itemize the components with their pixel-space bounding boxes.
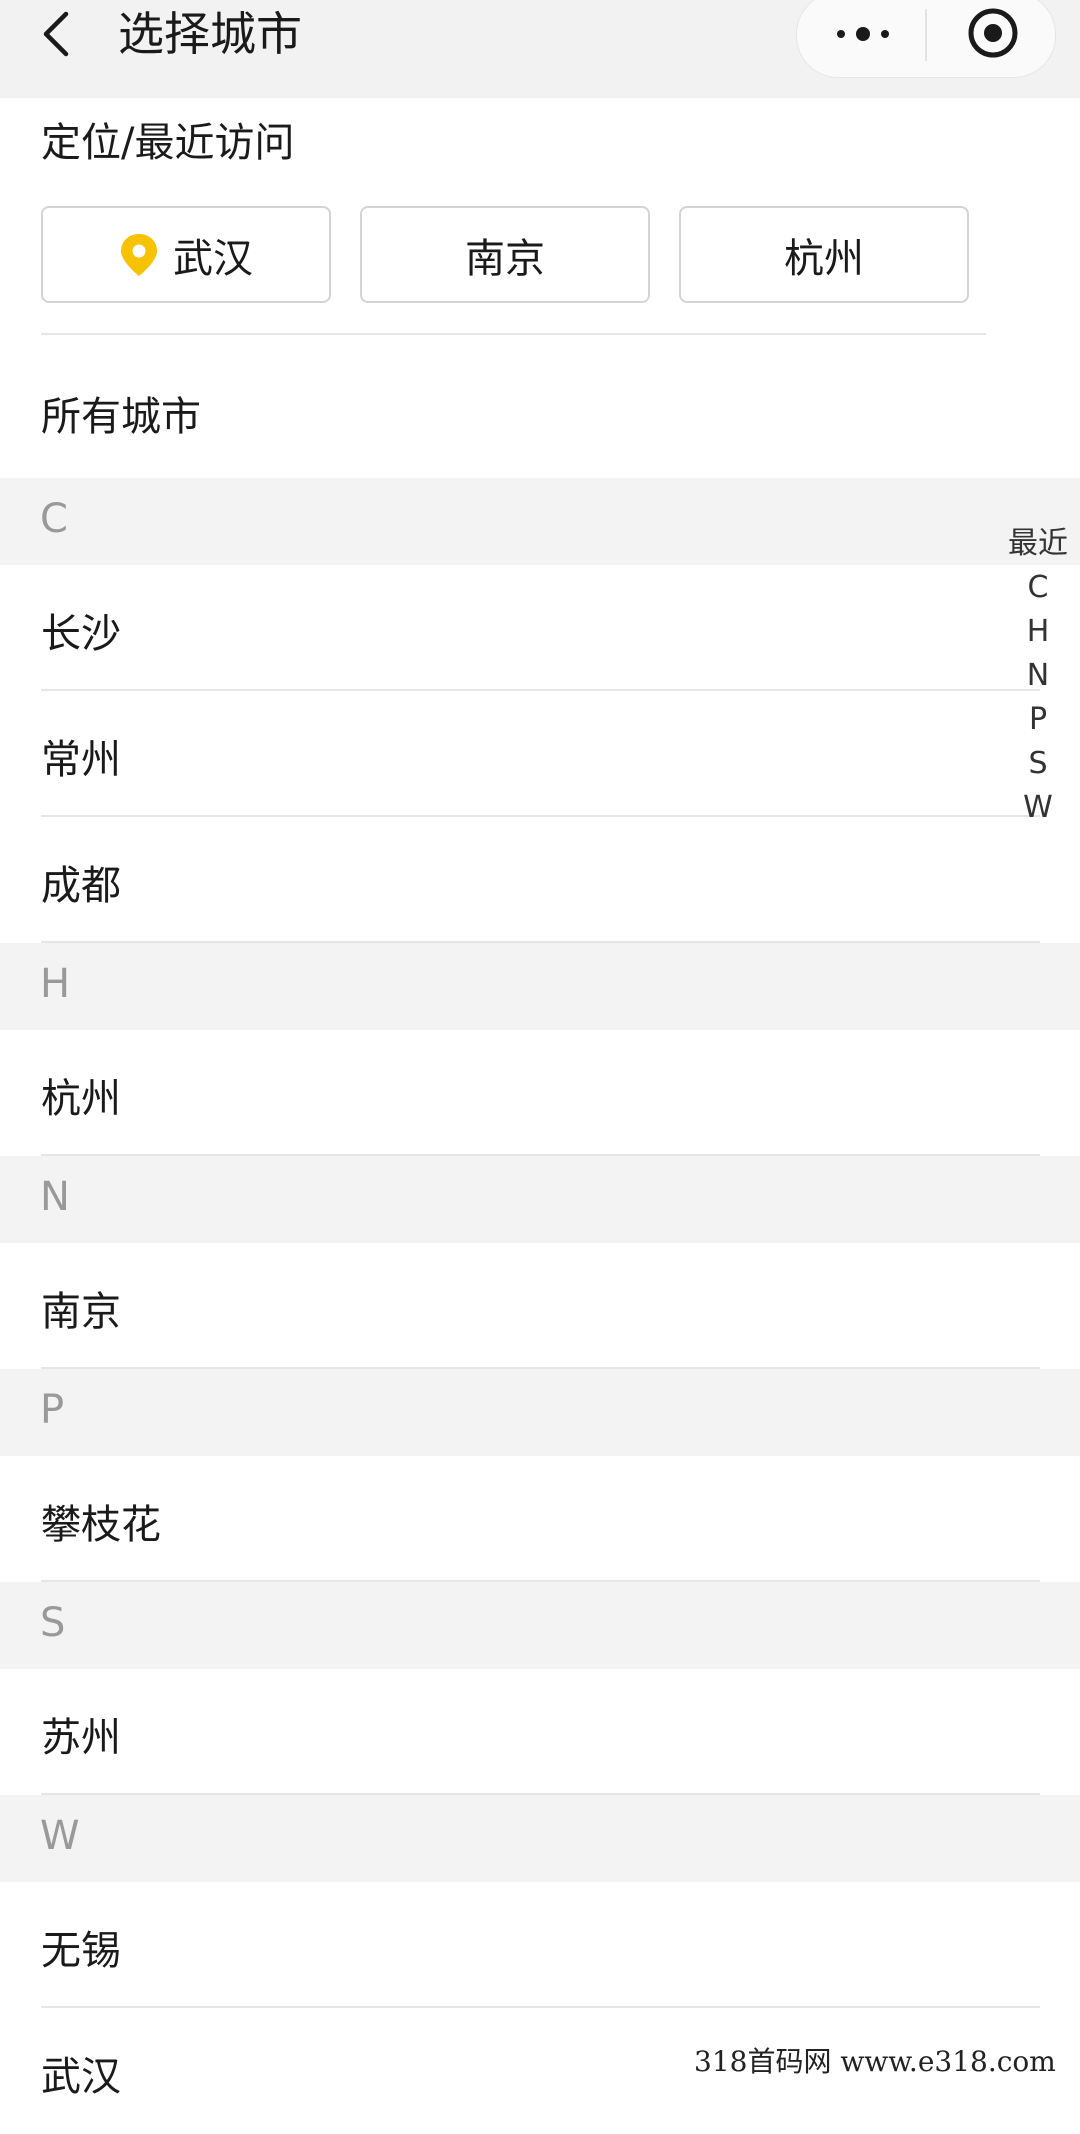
- group-letter: C: [40, 496, 68, 542]
- watermark-text: 318首码网 www.e318.com: [694, 2045, 1056, 2078]
- group-letter: N: [40, 1174, 70, 1220]
- recent-city-label: 武汉: [173, 235, 253, 282]
- index-item-p[interactable]: P: [996, 698, 1080, 742]
- city-item-changsha[interactable]: 长沙: [0, 565, 1080, 691]
- city-item-suzhou[interactable]: 苏州: [0, 1669, 1080, 1795]
- city-name: 攀枝花: [41, 1502, 161, 1548]
- capsule-divider: [925, 9, 927, 61]
- city-item-hangzhou[interactable]: 杭州: [0, 1030, 1080, 1156]
- index-item-n[interactable]: N: [996, 654, 1080, 698]
- page-title: 选择城市: [118, 7, 302, 61]
- city-name: 武汉: [41, 2054, 121, 2100]
- alphabet-index-bar: 最近 C H N P S W: [996, 522, 1080, 830]
- all-cities-title: 所有城市: [41, 394, 201, 440]
- location-pin-icon: [121, 233, 157, 276]
- city-name: 南京: [41, 1289, 121, 1335]
- city-name: 长沙: [41, 611, 121, 657]
- section-divider: [41, 333, 986, 335]
- index-item-s[interactable]: S: [996, 742, 1080, 786]
- group-header-s: S: [0, 1582, 1080, 1669]
- group-letter: H: [40, 961, 71, 1007]
- group-header-c: C: [0, 478, 1080, 565]
- recent-city-wuhan[interactable]: 武汉: [41, 206, 331, 303]
- city-item-changzhou[interactable]: 常州: [0, 691, 1080, 817]
- group-letter: W: [40, 1813, 80, 1859]
- index-item-c[interactable]: C: [996, 566, 1080, 610]
- city-name: 成都: [41, 863, 121, 909]
- more-options-icon[interactable]: [833, 11, 893, 57]
- recent-city-label: 南京: [465, 235, 545, 282]
- city-item-panzhihua[interactable]: 攀枝花: [0, 1456, 1080, 1582]
- group-letter: P: [40, 1387, 65, 1433]
- navigation-bar: 选择城市: [0, 0, 1080, 98]
- city-item-nanjing[interactable]: 南京: [0, 1243, 1080, 1369]
- city-name: 苏州: [41, 1715, 121, 1761]
- group-header-n: N: [0, 1156, 1080, 1243]
- group-header-h: H: [0, 943, 1080, 1030]
- recent-city-nanjing[interactable]: 南京: [360, 206, 650, 303]
- index-item-recent[interactable]: 最近: [996, 522, 1080, 566]
- close-mini-program-icon[interactable]: [965, 5, 1021, 61]
- group-header-w: W: [0, 1795, 1080, 1882]
- city-item-chengdu[interactable]: 成都: [0, 817, 1080, 943]
- city-name: 杭州: [41, 1076, 121, 1122]
- group-header-p: P: [0, 1369, 1080, 1456]
- city-item-wuxi[interactable]: 无锡: [0, 1882, 1080, 2008]
- recent-city-hangzhou[interactable]: 杭州: [679, 206, 969, 303]
- recent-city-label: 杭州: [784, 235, 864, 282]
- mini-program-capsule: [796, 0, 1056, 78]
- back-arrow-icon[interactable]: [38, 6, 78, 62]
- index-item-h[interactable]: H: [996, 610, 1080, 654]
- recent-section-title: 定位/最近访问: [41, 120, 295, 166]
- group-letter: S: [40, 1600, 66, 1646]
- city-name: 无锡: [41, 1928, 121, 1974]
- city-name: 常州: [41, 737, 121, 783]
- index-item-w[interactable]: W: [996, 786, 1080, 830]
